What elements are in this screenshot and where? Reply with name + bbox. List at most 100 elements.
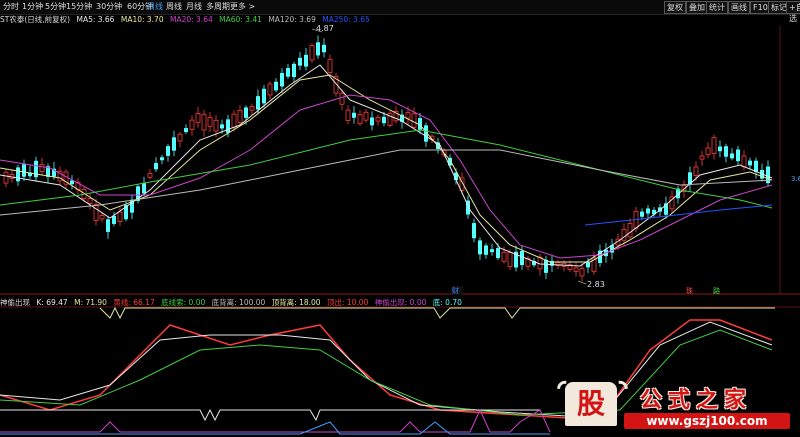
- candle-body-17: [106, 219, 110, 232]
- candle-body-42: [256, 96, 260, 110]
- candle-body-2: [16, 167, 20, 182]
- candle-body-44: [267, 83, 273, 96]
- candle-body-28: [172, 137, 176, 151]
- candle-body-116: [699, 155, 705, 160]
- candle-body-39: [237, 110, 243, 124]
- candle-body-86: [520, 250, 524, 266]
- candle-body-117: [705, 147, 711, 156]
- candle-body-68: [411, 113, 417, 128]
- top-signal-line: [99, 306, 775, 320]
- ma5-line: [0, 64, 773, 267]
- candle-body-40: [244, 107, 248, 118]
- candle-body-84: [507, 252, 513, 268]
- candlesticks: [3, 35, 770, 282]
- top-divergence-value: 顶背离: 18.00: [271, 298, 321, 307]
- bottom-clue-value: 底线索: 0.00: [161, 298, 206, 307]
- signal-lu: 路: [713, 286, 720, 295]
- ind-purple-line: [0, 408, 551, 433]
- indicator-info: 神偷出现 K: 69.47 M: 71.90 黄线: 66.17 底线索: 0.…: [0, 297, 466, 307]
- candle-body-32: [195, 113, 201, 123]
- candle-body-95: [573, 267, 579, 272]
- gold-value: 黄线: 66.17: [113, 298, 155, 307]
- candle-body-67: [405, 112, 411, 119]
- candle-body-60: [363, 111, 369, 121]
- candle-body-3: [22, 164, 26, 177]
- candle-body-41: [249, 106, 255, 111]
- price-axis-label: 3.6: [791, 175, 800, 183]
- site-url: www.gszj100.com: [624, 413, 790, 429]
- kline-chart[interactable]: 4.87 2.83 3.6 财 珠 路: [0, 0, 800, 437]
- candle-body-49: [298, 57, 302, 66]
- candle-body-82: [496, 248, 500, 259]
- candle-body-122: [736, 149, 740, 162]
- bottom-value: 底: 0.70: [432, 298, 462, 307]
- candle-body-14: [87, 198, 93, 204]
- low-label: 2.83: [587, 280, 605, 289]
- candle-body-53: [322, 44, 326, 53]
- site-name: 公式之家: [640, 387, 753, 413]
- bottom-high-value: 底背离: 100.00: [211, 298, 266, 307]
- candle-body-63: [382, 116, 386, 124]
- candle-body-0: [3, 171, 9, 184]
- moving-average-lines: [0, 64, 773, 267]
- signal-cai: 财: [452, 286, 459, 295]
- candle-body-118: [711, 137, 717, 154]
- candle-body-19: [117, 211, 123, 222]
- candle-body-62: [375, 116, 381, 122]
- candle-body-120: [724, 146, 728, 157]
- candle-body-50: [304, 54, 308, 67]
- candle-body-6: [39, 164, 45, 172]
- candle-body-104: [627, 222, 633, 238]
- candle-body-26: [160, 157, 164, 161]
- candle-body-37: [226, 119, 230, 133]
- candle-body-81: [490, 249, 494, 253]
- candle-body-45: [274, 81, 278, 91]
- candle-body-79: [478, 240, 482, 255]
- candle-body-56: [339, 92, 345, 105]
- candle-body-124: [748, 160, 752, 166]
- candle-body-59: [357, 113, 363, 125]
- candle-body-15: [93, 204, 99, 221]
- high-label: 4.87: [316, 24, 334, 33]
- candle-body-115: [693, 166, 699, 176]
- ma60-line: [0, 129, 773, 209]
- candle-body-125: [754, 160, 758, 172]
- candle-body-46: [280, 73, 284, 87]
- signal-zhu: 珠: [686, 286, 693, 295]
- watermark-logo: 股 公式之家 www.gszj100.com: [553, 376, 800, 437]
- m-value: M: 71.90: [74, 298, 107, 307]
- candle-body-24: [147, 173, 153, 178]
- candle-body-36: [220, 124, 224, 129]
- candle-body-51: [309, 45, 315, 61]
- candle-body-80: [484, 245, 488, 255]
- candle-body-97: [586, 262, 590, 268]
- candle-body-18: [112, 215, 116, 224]
- candle-body-61: [370, 117, 374, 126]
- candle-body-96: [579, 268, 585, 277]
- thief-value: 神偷出现: 0.00: [374, 298, 427, 307]
- candle-body-23: [142, 182, 146, 194]
- candle-body-121: [730, 153, 734, 159]
- candle-body-29: [177, 133, 183, 142]
- candle-body-52: [316, 42, 320, 56]
- candle-body-31: [189, 119, 195, 130]
- candle-body-58: [352, 112, 356, 118]
- ma10-line: [0, 74, 773, 263]
- indicator-name[interactable]: 神偷出现: [0, 298, 30, 307]
- candle-body-83: [501, 251, 507, 262]
- candle-body-25: [154, 163, 158, 170]
- candle-body-57: [345, 109, 351, 121]
- candle-body-107: [646, 208, 650, 214]
- candle-body-78: [472, 223, 476, 239]
- ma120-line: [0, 149, 773, 216]
- candle-body-54: [327, 59, 333, 73]
- candle-body-35: [213, 119, 219, 132]
- candle-body-48: [292, 63, 296, 78]
- top-out-value: 顶出: 10.00: [326, 298, 369, 307]
- candle-body-34: [207, 117, 213, 127]
- candle-body-47: [286, 68, 290, 77]
- low-pointer: [577, 280, 587, 285]
- candle-body-119: [718, 146, 722, 152]
- candle-body-43: [262, 88, 266, 104]
- candle-body-27: [166, 146, 170, 156]
